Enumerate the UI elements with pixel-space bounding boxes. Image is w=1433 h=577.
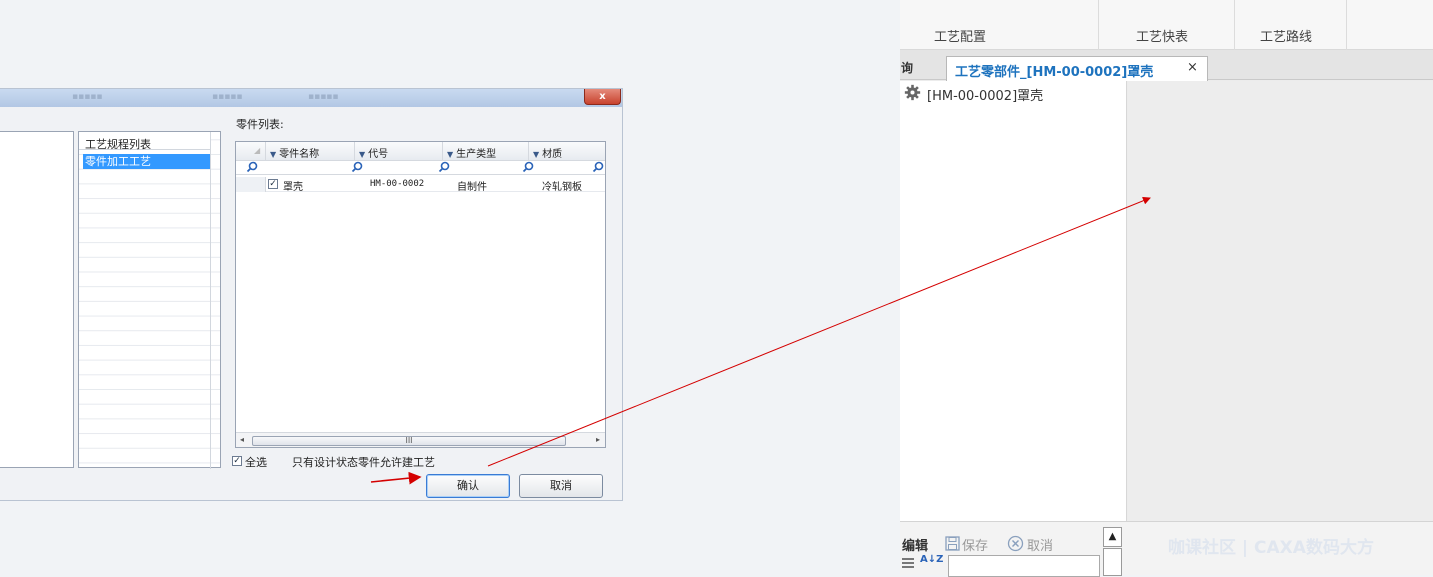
sort-az-icon[interactable]: A↓Z (920, 555, 943, 565)
filter-search-icon[interactable] (246, 161, 258, 173)
column-header-part-name[interactable]: ▼ 零件名称 (266, 142, 355, 160)
product-tree-panel[interactable] (0, 131, 74, 468)
tab-process-config[interactable]: 工艺配置 (934, 26, 986, 45)
detail-pane (1128, 81, 1433, 521)
top-toolbar: 工艺配置 工艺快表 工艺路线 (900, 0, 1433, 50)
horizontal-scrollbar[interactable]: ◂ III ▸ (236, 432, 605, 447)
cell-part-name: 罩壳 (283, 182, 303, 193)
tab-query-partial[interactable]: 询 (901, 59, 913, 76)
filter-part-name-icon[interactable] (351, 161, 363, 173)
scroll-up-icon[interactable]: ▲ (1103, 527, 1122, 547)
save-icon (945, 536, 960, 551)
cancel-circle-icon (1007, 535, 1024, 552)
close-icon[interactable]: × (1187, 60, 1198, 75)
property-toolbar: 编辑 保存 取消 ▲ A↓Z 咖课社区 | CAXA数码大方 (900, 521, 1433, 577)
cell-production-type: 自制件 (457, 182, 487, 193)
cancel-edit-button[interactable]: 取消 (1027, 535, 1053, 554)
process-list-item[interactable]: 零件加工工艺 (83, 154, 210, 169)
process-list-panel[interactable]: 工艺规程列表 零件加工工艺 (78, 131, 221, 469)
create-process-dialog: ▪▪▪▪▪ ▪▪▪▪▪ ▪▪▪▪▪ x 工艺规程列表 零件加工工艺 零件列表: … (0, 88, 623, 501)
column-header-code[interactable]: ▼ 代号 (355, 142, 443, 160)
parts-list-title: 零件列表: (236, 118, 284, 131)
design-state-note: 只有设计状态零件允许建工艺 (292, 456, 435, 469)
edit-button[interactable]: 编辑 (902, 535, 928, 554)
scroll-right-icon[interactable]: ▸ (596, 435, 600, 444)
scroll-thumb[interactable]: III (252, 436, 566, 446)
grid-corner: ◢ (236, 142, 266, 160)
process-list-header: 工艺规程列表 (79, 132, 210, 151)
part-tree[interactable]: [HM-00-0002]罩壳 (900, 81, 1127, 521)
scroll-left-icon[interactable]: ◂ (240, 435, 244, 444)
property-field[interactable] (948, 555, 1100, 577)
filter-material-icon[interactable] (592, 161, 604, 173)
row-checkbox[interactable]: ✓ (268, 179, 278, 189)
save-button[interactable]: 保存 (962, 535, 988, 554)
ok-button[interactable]: 确认 (426, 474, 510, 498)
tab-process-route[interactable]: 工艺路线 (1260, 26, 1312, 45)
cell-material: 冷轧钢板 (542, 182, 582, 193)
dialog-titlebar[interactable]: ▪▪▪▪▪ ▪▪▪▪▪ ▪▪▪▪▪ (0, 89, 622, 107)
main-application: 工艺配置 工艺快表 工艺路线 询 工艺零部件_[HM-00-0002]罩壳 × … (900, 0, 1433, 577)
gear-icon (904, 84, 921, 101)
filter-code-icon[interactable] (438, 161, 450, 173)
cell-code: HM-00-0002 (370, 179, 425, 189)
watermark: 咖课社区 | CAXA数码大方 (1168, 538, 1374, 558)
filter-type-icon[interactable] (522, 161, 534, 173)
document-tab-part[interactable]: 工艺零部件_[HM-00-0002]罩壳 × (946, 56, 1208, 81)
select-all-label[interactable]: 全选 (245, 454, 267, 470)
tab-process-quicktable[interactable]: 工艺快表 (1136, 26, 1188, 45)
category-view-icon[interactable] (902, 558, 914, 570)
parts-grid[interactable]: ◢ ▼ 零件名称 ▼ 代号 ▼ 生产类型 ▼ 材质 ✓ 罩壳 HM-00-0002 自制… (235, 141, 606, 448)
vertical-scrollbar[interactable] (1103, 548, 1122, 576)
tree-item-part[interactable]: [HM-00-0002]罩壳 (927, 85, 1043, 104)
filter-row (236, 160, 605, 175)
dialog-close-button[interactable]: x (584, 89, 621, 105)
select-all-checkbox[interactable]: ✓ (232, 456, 242, 466)
column-header-production-type[interactable]: ▼ 生产类型 (443, 142, 529, 160)
cancel-button[interactable]: 取消 (519, 474, 603, 498)
column-header-material[interactable]: ▼ 材质 (529, 142, 605, 160)
